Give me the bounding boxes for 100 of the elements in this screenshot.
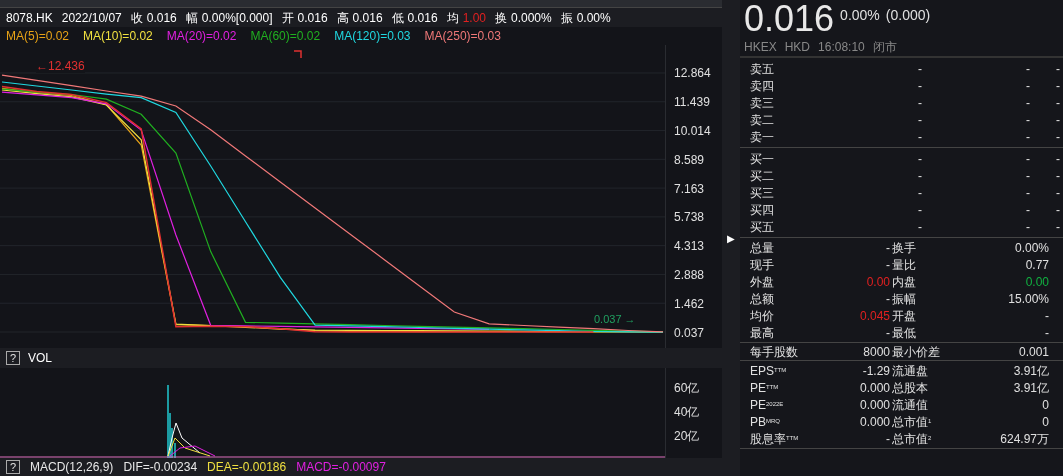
moving-average-label: MA(250)=0.03 [424,28,501,45]
indicator-label: MACD(12,26,9) [30,459,114,476]
price-axis-label: 10.014 [674,123,711,140]
stat-label: 股息率$^{TTM}$ [750,430,800,448]
exchange-label: HKEX [744,39,777,56]
order-count: - [1056,167,1060,185]
stat-label: EPS$^{TTM}$ [750,362,788,380]
order-level-label: 买三 [750,184,775,202]
stat-label: 量比 [892,256,917,274]
order-level-label: 卖五 [750,60,775,78]
market-status: 闭市 [872,39,897,56]
stat-label: 每手股数 [750,343,799,361]
change-amount: (0.000) [885,6,931,25]
moving-average-label: MA(120)=0.03 [334,28,411,45]
stat-value: 0.000 [859,379,890,397]
field-label: 均 [446,9,459,27]
stat-value: 15.00% [1008,290,1049,308]
stat-label: 开盘 [892,307,917,325]
moving-average-label: MA(60)=0.02 [250,28,321,45]
order-price: - [918,94,922,112]
moving-average-label: MA(10)=0.02 [83,28,153,45]
price-axis-label: 12.864 [674,65,711,83]
order-volume: - [1026,201,1030,219]
order-level-label: 买一 [750,150,775,168]
stat-value: 0.001 [1018,343,1049,361]
stat-value: 0 [1042,413,1049,431]
stat-label: 总市值$^{2}$ [892,430,933,448]
stat-label: 总量 [750,239,775,257]
field-value: 0.00%[0.000] [201,9,273,27]
stat-label: 均价 [750,307,775,325]
stat-label: 最高 [750,324,775,342]
stat-value: 0.045 [859,307,890,325]
order-count: - [1056,184,1060,202]
stat-value: 624.97万 [1000,430,1049,448]
volume-axis-label: 20亿 [674,428,700,445]
stat-label: 外盘 [750,273,775,291]
order-count: - [1056,201,1060,219]
stat-value: - [1045,307,1049,325]
order-price: - [918,201,922,219]
order-volume: - [1026,167,1030,185]
order-level-label: 卖一 [750,128,775,146]
stat-value: - [886,290,890,308]
field-value: 0.016 [297,9,328,27]
field-label: 高 [336,9,349,27]
order-price: - [918,150,922,168]
stat-value: 0.00 [1025,273,1049,291]
high-price-marker: ←12.436 [36,59,85,73]
stat-label: 最低 [892,324,917,342]
order-level-label: 卖三 [750,94,775,112]
stat-value: 0.000 [859,413,890,431]
order-level-label: 卖四 [750,77,775,95]
moving-average-label: MA(5)=0.02 [6,28,70,45]
order-count: - [1056,94,1060,112]
stat-label: 现手 [750,256,775,274]
stat-label: 流通盘 [892,362,929,380]
quote-date: 2022/10/07 [61,9,122,27]
stat-value: 8000 [863,343,890,361]
order-volume: - [1026,60,1030,78]
order-count: - [1056,111,1060,129]
field-value: 0.016 [146,9,177,27]
order-volume: - [1026,111,1030,129]
stat-label: 流通值 [892,396,929,414]
currency-label: HKD [784,39,811,56]
order-volume: - [1026,150,1030,168]
order-price: - [918,128,922,146]
stat-label: 总额 [750,290,775,308]
stat-value: - [886,324,890,342]
field-label: 换 [495,9,507,27]
volume-axis-label: 60亿 [674,380,700,397]
order-price: - [918,77,922,95]
indicator-label: DEA=-0.00186 [207,459,287,476]
price-axis-label: 1.462 [674,295,705,313]
stat-value: 0.77 [1025,256,1049,274]
order-count: - [1056,128,1060,146]
order-price: - [918,167,922,185]
stat-label: PE$^{2022E}$ [750,396,785,414]
stat-label: 总股本 [892,379,929,397]
price-axis-label: 8.589 [674,151,705,169]
stat-value: - [886,239,890,257]
field-label: 收 [130,9,143,27]
field-label: 低 [391,9,404,27]
order-price: - [918,184,922,202]
change-percent: 0.00% [840,6,880,25]
moving-average-label: MA(20)=0.02 [166,28,237,45]
panel-title: VOL [28,350,52,367]
stat-value: -1.29 [862,362,890,380]
stat-label: 振幅 [892,290,917,308]
order-volume: - [1026,184,1030,202]
order-price: - [918,111,922,129]
stat-value: - [1045,324,1049,342]
stat-label: 最小价差 [892,343,941,361]
order-price: - [918,60,922,78]
stat-value: 0.000 [859,396,890,414]
stat-label: 换手 [892,239,917,257]
stat-value: 3.91亿 [1013,362,1049,380]
order-count: - [1056,60,1060,78]
field-value: 0.016 [352,9,383,27]
last-price-marker: 0.037 → [594,313,636,325]
stat-value: - [886,256,890,274]
price-axis-label: 2.888 [674,266,705,284]
